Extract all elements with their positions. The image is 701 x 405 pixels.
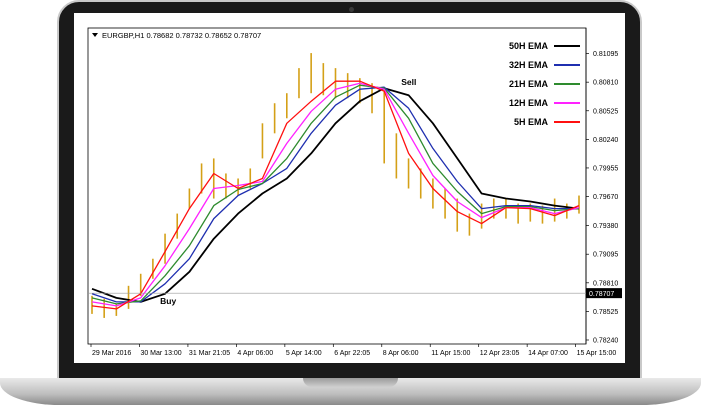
price-chart[interactable]: EURGBP,H1 0.78682 0.78732 0.78652 0.7870… [74, 13, 625, 363]
time-tick-label: 4 Apr 06:00 [237, 350, 273, 357]
price-tick-label: 0.79380 [593, 223, 618, 230]
legend-label: 12H EMA [509, 98, 549, 108]
price-tick-label: 0.78240 [593, 337, 618, 344]
price-tick-label: 0.80525 [593, 108, 618, 115]
price-tick-label: 0.80240 [593, 137, 618, 144]
legend-label: 50H EMA [509, 41, 549, 51]
laptop-frame: EURGBP,H1 0.78682 0.78732 0.78652 0.7870… [57, 0, 642, 380]
time-tick-label: 8 Apr 06:00 [383, 350, 419, 357]
current-price-label: 0.78707 [589, 291, 614, 298]
chart-title: EURGBP,H1 0.78682 0.78732 0.78652 0.7870… [102, 31, 261, 40]
time-tick-label: 5 Apr 14:00 [286, 350, 322, 357]
price-tick-label: 0.79670 [593, 194, 618, 201]
annotation-buy: Buy [160, 296, 176, 306]
time-tick-label: 29 Mar 2016 [92, 350, 131, 357]
legend-label: 32H EMA [509, 60, 549, 70]
chart-window[interactable]: EURGBP,H1 0.78682 0.78732 0.78652 0.7870… [74, 13, 625, 363]
price-tick-label: 0.78525 [593, 309, 618, 316]
time-tick-label: 12 Apr 23:05 [480, 350, 520, 357]
time-tick-label: 30 Mar 13:00 [140, 350, 181, 357]
time-tick-label: 11 Apr 15:00 [431, 350, 470, 357]
time-tick-label: 15 Apr 15:00 [577, 350, 617, 357]
price-tick-label: 0.78810 [593, 280, 618, 287]
price-tick-label: 0.79955 [593, 165, 618, 172]
laptop-base [0, 378, 701, 405]
price-tick-label: 0.81095 [593, 51, 618, 58]
price-tick-label: 0.79095 [593, 252, 618, 259]
laptop-notch [303, 378, 398, 387]
legend-label: 21H EMA [509, 79, 549, 89]
price-tick-label: 0.80810 [593, 80, 618, 87]
legend-label: 5H EMA [514, 117, 549, 127]
time-tick-label: 14 Apr 07:00 [528, 350, 568, 357]
camera-icon [349, 7, 354, 12]
time-tick-label: 31 Mar 21:05 [189, 350, 230, 357]
annotation-sell: Sell [401, 77, 416, 87]
time-tick-label: 6 Apr 22:05 [334, 350, 370, 357]
